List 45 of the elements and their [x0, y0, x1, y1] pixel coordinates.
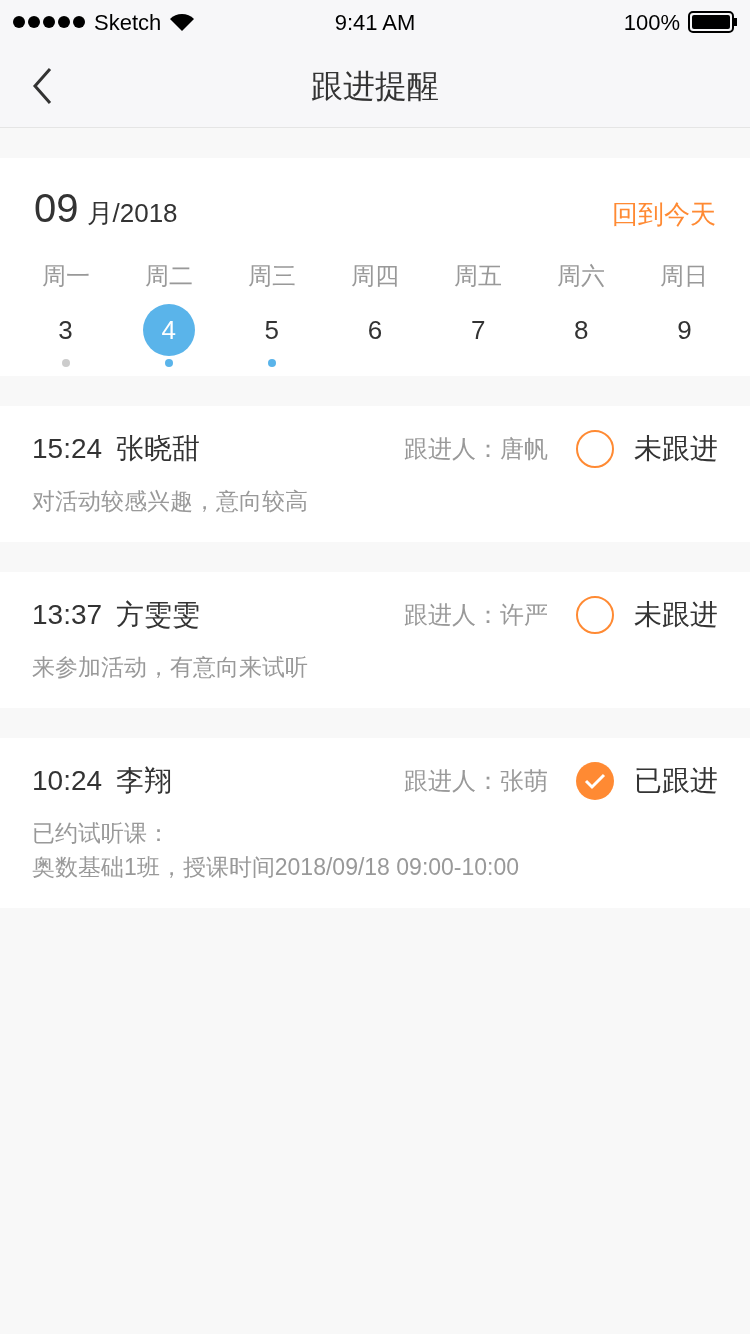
date-button[interactable]: 7 [452, 304, 505, 356]
weekday-label: 周五 [454, 261, 503, 291]
client-name: 方雯雯 [116, 598, 201, 632]
reminder-time: 15:24 [32, 432, 103, 466]
reminder-card[interactable]: 13:37 方雯雯 跟进人：许严 未跟进 来参加活动，有意向来试听 [0, 572, 750, 708]
reminder-time: 13:37 [32, 598, 103, 632]
follower-name: 唐帆 [500, 434, 548, 464]
month-number: 09 [34, 185, 79, 232]
date-button[interactable]: 3 [39, 304, 92, 356]
follower-label: 跟进人： [404, 600, 500, 630]
reminder-time: 10:24 [32, 764, 103, 798]
follower-name: 许严 [500, 600, 548, 630]
reminder-note: 已约试听课： [32, 819, 171, 848]
weekday-label: 周一 [41, 261, 90, 291]
month-year: 月/2018 [86, 197, 178, 230]
reminder-note: 来参加活动，有意向来试听 [32, 653, 309, 682]
date-button[interactable]: 5 [245, 304, 298, 356]
weekday-label: 周六 [557, 261, 606, 291]
status-time: 9:41 AM [334, 8, 416, 37]
reminder-card[interactable]: 10:24 李翔 跟进人：张萌 已跟进 已约试听课： 奥数基础1班，授课时间2018/09/18 09:00-10:00 [0, 738, 750, 908]
wifi-icon [169, 13, 196, 31]
reminder-note: 奥数基础1班，授课时间2018/09/18 09:00-10:00 [32, 853, 521, 882]
back-icon [32, 66, 52, 105]
weekday-label: 周二 [144, 261, 193, 291]
carrier-text: Sketch [94, 8, 162, 37]
battery-icon [688, 11, 738, 33]
client-name: 张晓甜 [116, 432, 201, 466]
weekday-label: 周日 [660, 261, 709, 291]
reminder-card[interactable]: 15:24 张晓甜 跟进人：唐帆 未跟进 对活动较感兴趣，意向较高 [0, 406, 750, 542]
date-button[interactable]: 8 [555, 304, 608, 356]
follow-status: 未跟进 [634, 598, 718, 632]
signal-icon [12, 15, 86, 29]
follower-label: 跟进人： [404, 434, 500, 464]
follow-status: 未跟进 [634, 432, 718, 466]
reminder-note: 对活动较感兴趣，意向较高 [32, 487, 309, 516]
date-button[interactable]: 9 [658, 304, 711, 356]
date-button[interactable]: 6 [349, 304, 401, 356]
follower-label: 跟进人： [404, 766, 500, 796]
follower-name: 张萌 [500, 766, 548, 796]
weekday-label: 周四 [351, 261, 399, 291]
follow-status: 已跟进 [634, 764, 718, 798]
client-name: 李翔 [116, 764, 173, 798]
page-title: 跟进提醒 [311, 66, 439, 106]
weekday-label: 周三 [247, 261, 296, 291]
battery-text: 100% [623, 8, 680, 37]
